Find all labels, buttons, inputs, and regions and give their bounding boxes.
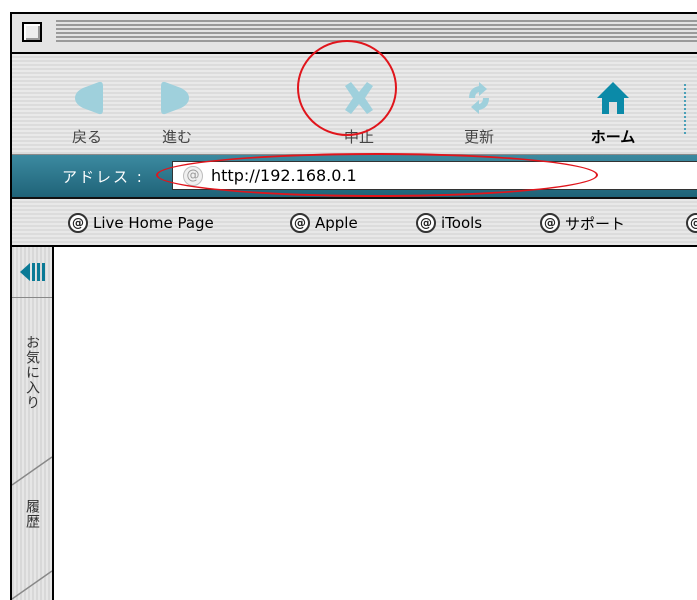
favorite-itools[interactable]: @ iTools [416, 211, 482, 235]
address-url: http://192.168.0.1 [211, 166, 357, 185]
refresh-icon [469, 82, 489, 114]
favorites-bar: @ Live Home Page @ Apple @ iTools @ サポート… [12, 199, 697, 247]
tab-diagonal-divider [12, 456, 52, 486]
at-icon: @ [290, 213, 310, 233]
at-icon: @ [686, 213, 697, 233]
favorite-label: サポート [565, 214, 626, 233]
toolbar: 戻る 進む 中止 更新 ホーム [12, 54, 697, 155]
home-button[interactable]: ホーム [568, 54, 658, 154]
at-icon: @ [416, 213, 436, 233]
tab-diagonal-divider [12, 570, 52, 600]
forward-button[interactable]: 進む [132, 54, 222, 154]
favorite-label: iTools [441, 214, 483, 232]
close-box-button[interactable] [22, 22, 42, 42]
address-label-text: アドレス [62, 168, 131, 186]
at-icon: @ [183, 166, 203, 186]
toolbar-separator [684, 84, 688, 134]
browser-window: 戻る 進む 中止 更新 ホーム アドレス: @ http://192.168.… [10, 12, 697, 600]
favorite-support[interactable]: @ サポート [540, 211, 625, 235]
stop-button[interactable]: 中止 [314, 54, 404, 154]
favorite-label: Live Home Page [93, 214, 214, 232]
page-content[interactable] [54, 247, 697, 600]
stop-label: 中止 [343, 128, 374, 146]
favorite-apple[interactable]: @ Apple [290, 211, 358, 235]
refresh-label: 更新 [463, 128, 494, 146]
address-label: アドレス : [62, 168, 144, 186]
forward-arrow-icon [161, 81, 189, 115]
home-label: ホーム [590, 128, 636, 146]
refresh-button[interactable]: 更新 [434, 54, 524, 154]
back-button[interactable]: 戻る [42, 54, 132, 154]
home-icon [597, 82, 629, 114]
collapse-sidebar-icon[interactable] [20, 261, 46, 283]
title-bar[interactable] [12, 14, 697, 54]
favorite-live-home-page[interactable]: @ Live Home Page [68, 211, 214, 235]
at-icon: @ [68, 213, 88, 233]
address-input[interactable]: @ http://192.168.0.1 [172, 161, 697, 190]
title-bar-stripes [56, 20, 697, 44]
at-icon: @ [540, 213, 560, 233]
back-arrow-icon [75, 81, 103, 115]
tab-history[interactable]: 履歴 [22, 499, 42, 529]
forward-label: 進む [161, 128, 192, 146]
address-bar: アドレス : @ http://192.168.0.1 [12, 155, 697, 199]
side-tabs: お気に入り 履歴 [12, 247, 54, 600]
tab-favorites[interactable]: お気に入り [22, 335, 42, 410]
side-tab-divider [12, 297, 52, 298]
stop-x-icon [345, 82, 373, 114]
favorite-label: Apple [315, 214, 358, 232]
back-label: 戻る [71, 128, 102, 146]
favorite-overflow[interactable]: @ [686, 211, 697, 235]
